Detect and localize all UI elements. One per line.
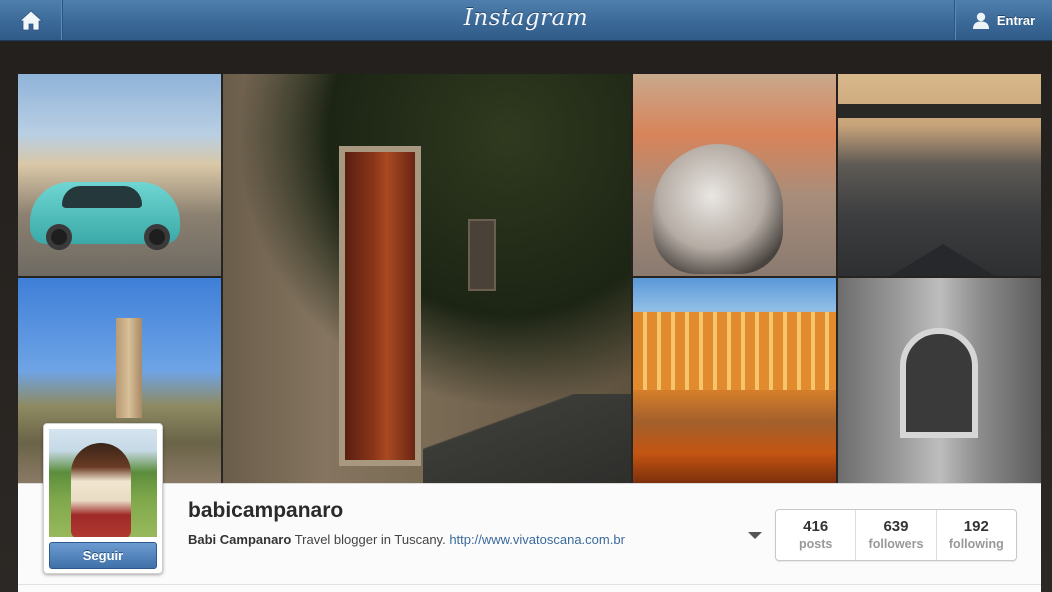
boat-shape (878, 244, 1008, 276)
divider (18, 584, 1041, 585)
dog-shape (653, 144, 783, 274)
plaque-shape (468, 219, 496, 291)
bio-text: Travel blogger in Tuscany. (291, 532, 450, 547)
login-button[interactable]: Entrar (954, 0, 1052, 40)
wheel-shape (46, 224, 72, 250)
stat-label: posts (798, 537, 833, 551)
window-shape (900, 328, 978, 438)
car-window-shape (62, 186, 142, 208)
chevron-down-icon[interactable] (748, 532, 762, 539)
stat-posts[interactable]: 416 posts (776, 510, 857, 560)
building-shape (633, 312, 836, 390)
login-label: Entrar (996, 12, 1036, 28)
avatar-card: Seguir (43, 423, 163, 574)
stat-followers[interactable]: 639 followers (856, 510, 937, 560)
stat-label: followers (868, 537, 924, 551)
top-bar: Instagram Entrar (0, 0, 1052, 41)
stat-following[interactable]: 192 following (937, 510, 1016, 560)
bio: Babi Campanaro Travel blogger in Tuscany… (188, 532, 625, 547)
photo-tile[interactable] (223, 74, 631, 484)
user-icon (972, 12, 989, 29)
stat-value: 416 (803, 518, 829, 535)
stat-value: 639 (883, 518, 909, 535)
bridge-shape (838, 104, 1041, 118)
instagram-logo[interactable]: Instagram (0, 5, 1052, 31)
follow-button[interactable]: Seguir (49, 542, 157, 569)
stat-label: following (948, 537, 1004, 551)
username: babicampanaro (188, 499, 344, 522)
profile-header: Seguir babicampanaro Babi Campanaro Trav… (18, 423, 1041, 592)
door-shape (339, 146, 421, 466)
stat-value: 192 (963, 518, 989, 535)
stats-box: 416 posts 639 followers 192 following (775, 509, 1017, 561)
photo-mosaic (18, 74, 1041, 484)
photo-tile[interactable] (18, 74, 221, 276)
wheel-shape (144, 224, 170, 250)
photo-tile[interactable] (633, 74, 836, 276)
bio-name: Babi Campanaro (188, 532, 292, 547)
photo-tile[interactable] (838, 278, 1041, 484)
photo-tile[interactable] (633, 278, 836, 484)
bio-link[interactable]: http://www.vivatoscana.com.br (449, 532, 625, 547)
photo-tile[interactable] (838, 74, 1041, 276)
avatar-person-shape (71, 443, 131, 537)
avatar[interactable] (49, 429, 157, 537)
tower-shape (116, 318, 142, 418)
road-shape (423, 394, 631, 484)
